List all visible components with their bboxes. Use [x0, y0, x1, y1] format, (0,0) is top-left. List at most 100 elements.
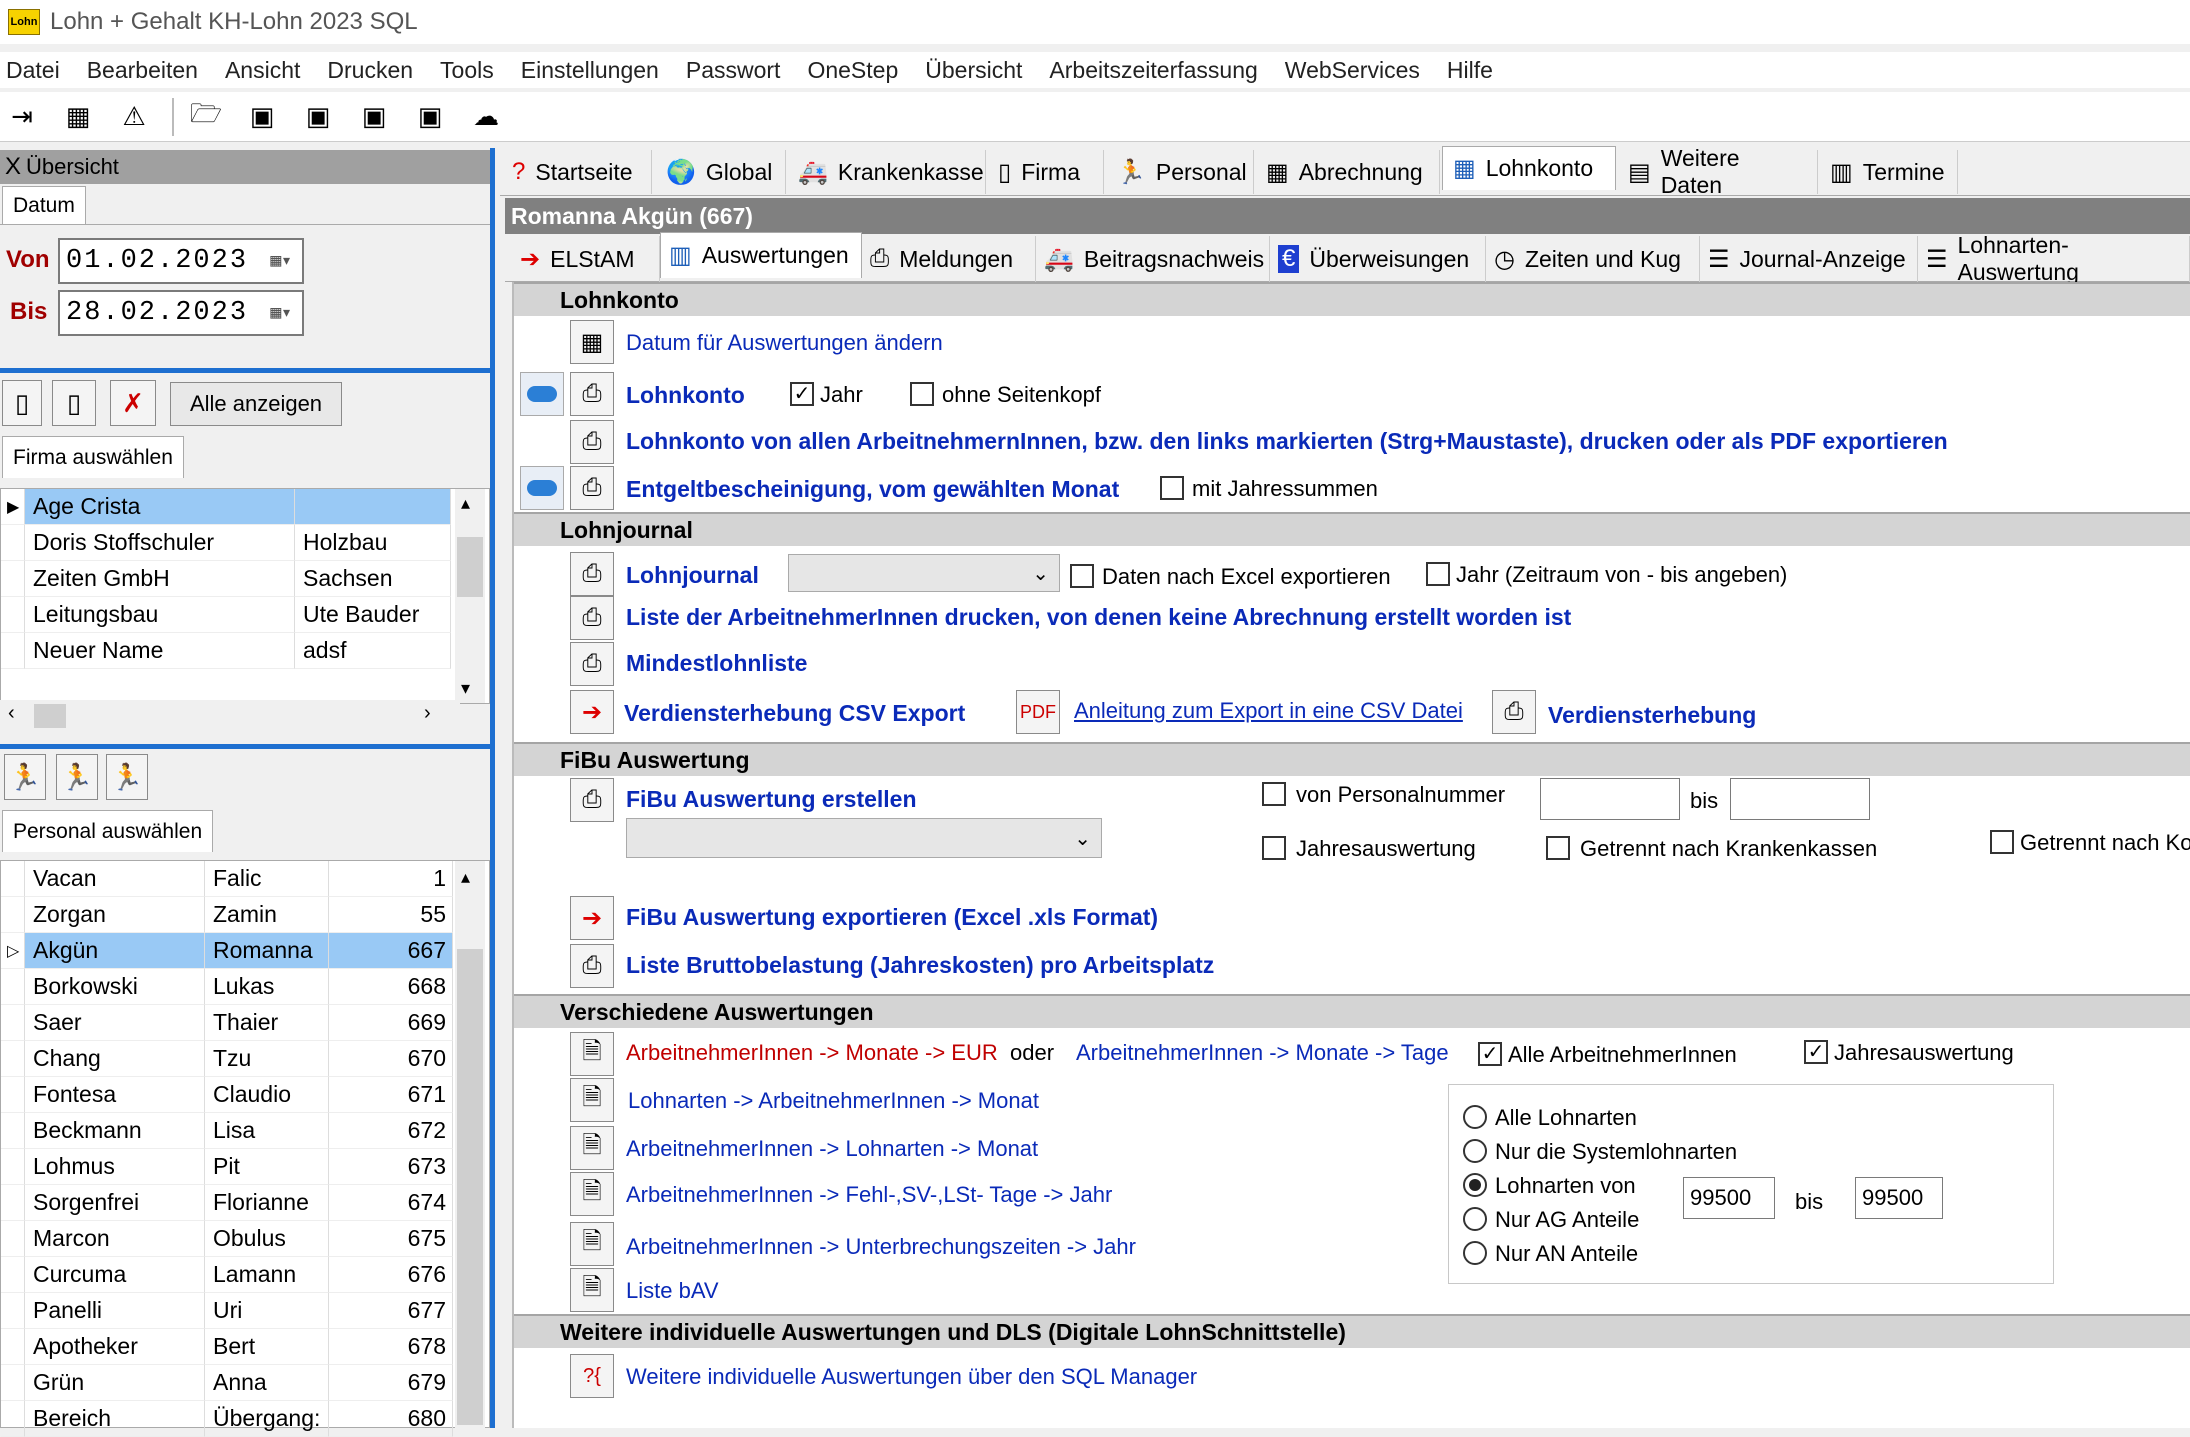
subtab-meldungen[interactable]: ⎙ Meldungen	[862, 236, 1036, 282]
document-icon[interactable]: 🗎	[570, 1268, 614, 1312]
firm-row[interactable]: ▶ Age Crista	[1, 489, 453, 525]
fibu-erstellen-link[interactable]: FiBu Auswertung erstellen	[626, 786, 917, 813]
staff-row[interactable]: Marcon Obulus 675	[1, 1221, 453, 1257]
lohnarten-radio[interactable]	[1463, 1173, 1487, 1197]
menu-onestep[interactable]: OneStep	[807, 57, 898, 84]
scroll-thumb[interactable]	[457, 537, 483, 597]
keine-abrechnung-link[interactable]: Liste der ArbeitnehmerInnen drucken, von…	[626, 604, 1571, 631]
menu-webservices[interactable]: WebServices	[1285, 57, 1420, 84]
jahr-checkbox[interactable]: ✓	[790, 382, 814, 406]
tab-global[interactable]: 🌍 Global	[656, 150, 786, 194]
subtab-elstam[interactable]: ➔ ELStAM	[512, 236, 660, 282]
tab-startseite[interactable]: ? Startseite	[502, 150, 652, 194]
open-folder-icon[interactable]: 🗁	[188, 98, 224, 135]
lohnart-bis-input[interactable]: 99500	[1855, 1177, 1943, 1219]
datum-aendern-link[interactable]: Datum für Auswertungen ändern	[626, 330, 943, 356]
staff-row[interactable]: Borkowski Lukas 668	[1, 969, 453, 1005]
show-all-button[interactable]: Alle anzeigen	[170, 382, 342, 426]
ohne-seitenkopf-checkbox[interactable]	[910, 382, 934, 406]
firm-new-icon[interactable]: ▯	[52, 380, 96, 426]
firm-delete-icon[interactable]: ✗	[110, 380, 156, 426]
printer-icon[interactable]: ⎙	[570, 466, 614, 510]
menu-ansicht[interactable]: Ansicht	[225, 57, 300, 84]
menu-passwort[interactable]: Passwort	[686, 57, 781, 84]
lohnarten-radio[interactable]	[1463, 1207, 1487, 1231]
firm-row[interactable]: Leitungsbau Ute Bauder	[1, 597, 453, 633]
bis-date-field[interactable]: 28.02.2023 ▦▾	[58, 290, 304, 336]
tab-weitere-daten[interactable]: ▤ Weitere Daten	[1618, 145, 1818, 198]
csv-export-link[interactable]: Verdiensterhebung CSV Export	[624, 700, 965, 727]
personalnummer-von-input[interactable]	[1540, 778, 1680, 820]
scroll-left-icon[interactable]: ‹	[8, 702, 15, 725]
lohnarten-radio[interactable]	[1463, 1105, 1487, 1129]
firm-hscrollbar[interactable]: ‹ ›	[0, 700, 460, 732]
fibu-dropdown[interactable]: ⌄	[626, 818, 1102, 858]
entgeltbescheinigung-link[interactable]: Entgeltbescheinigung, vom gewählten Mona…	[626, 476, 1119, 503]
cloud-icon[interactable]	[520, 466, 564, 510]
warning-icon[interactable]: ⚠	[116, 99, 152, 135]
staff-row[interactable]: Curcuma Lamann 676	[1, 1257, 453, 1293]
exit-icon[interactable]: ⇥	[4, 99, 40, 135]
scroll-down-icon[interactable]: ▾	[461, 678, 470, 699]
document-icon[interactable]: 🗎	[570, 1222, 614, 1266]
sql-query-icon[interactable]: ?{	[570, 1354, 614, 1398]
calendar-dropdown-icon[interactable]: ▦▾	[270, 302, 292, 324]
lohnarten-radio[interactable]	[1463, 1241, 1487, 1265]
cloud-icon[interactable]	[520, 372, 564, 416]
firm-row[interactable]: Neuer Name adsf	[1, 633, 453, 669]
person-icon[interactable]: 🏃	[4, 754, 46, 800]
verdiensterhebung-link[interactable]: Verdiensterhebung	[1548, 702, 1756, 729]
mindestlohnliste-link[interactable]: Mindestlohnliste	[626, 650, 807, 677]
menu-bearbeiten[interactable]: Bearbeiten	[87, 57, 198, 84]
staff-row[interactable]: Grün Anna 679	[1, 1365, 453, 1401]
lohnarten-radio[interactable]	[1463, 1139, 1487, 1163]
person-delete-icon[interactable]: 🏃	[106, 754, 148, 800]
person-new-icon[interactable]: 🏃	[56, 754, 98, 800]
tab-personal-auswaehlen[interactable]: Personal auswählen	[2, 810, 214, 852]
printer-icon[interactable]: ⎙	[570, 420, 614, 464]
an-unterbrechung-link[interactable]: ArbeitnehmerInnen -> Unterbrechungszeite…	[626, 1234, 1136, 1260]
subtab-journal-anzeige[interactable]: ☰ Journal-Anzeige	[1700, 236, 1918, 282]
printer-icon[interactable]: ⎙	[1492, 690, 1536, 734]
jahresauswertung-checkbox[interactable]: ✓	[1804, 1040, 1828, 1064]
menu-hilfe[interactable]: Hilfe	[1447, 57, 1493, 84]
staff-row[interactable]: ▷ Akgün Romanna 667	[1, 933, 453, 969]
subtab-lohnarten-auswertung[interactable]: ☰ Lohnarten-Auswertung	[1918, 232, 2190, 285]
staff-row[interactable]: Zorgan Zamin 55	[1, 897, 453, 933]
fibu-export-link[interactable]: FiBu Auswertung exportieren (Excel .xls …	[626, 904, 1158, 931]
staff-row[interactable]: Apotheker Bert 678	[1, 1329, 453, 1365]
personalnummer-bis-input[interactable]	[1730, 778, 1870, 820]
staff-row[interactable]: Beckmann Lisa 672	[1, 1113, 453, 1149]
printer-icon[interactable]: ⎙	[570, 642, 614, 686]
mit-jahressummen-checkbox[interactable]	[1160, 476, 1184, 500]
tab-firma[interactable]: ▯ Firma	[988, 150, 1104, 194]
alle-an-checkbox[interactable]: ✓	[1478, 1042, 1502, 1066]
staff-row[interactable]: Vacan Falic 1	[1, 861, 453, 897]
getrennt-ko-checkbox[interactable]	[1990, 830, 2014, 854]
calculator-icon[interactable]: ▦	[60, 99, 96, 135]
lohnkonto-link[interactable]: Lohnkonto	[626, 382, 745, 409]
lohnjournal-dropdown[interactable]: ⌄	[788, 554, 1060, 592]
menu-drucken[interactable]: Drucken	[327, 57, 413, 84]
staff-row[interactable]: Bereich Übergang: 680	[1, 1401, 453, 1437]
document-icon[interactable]: 🗎	[570, 1126, 614, 1170]
bruttobelastung-link[interactable]: Liste Bruttobelastung (Jahreskosten) pro…	[626, 952, 1214, 979]
tab-krankenkasse[interactable]: 🚑 Krankenkasse	[788, 150, 986, 194]
menu-datei[interactable]: Datei	[6, 57, 60, 84]
window-icon-4[interactable]: ▣	[412, 99, 448, 135]
pdf-icon[interactable]: PDF	[1016, 690, 1060, 734]
printer-icon[interactable]: ⎙	[570, 552, 614, 596]
excel-export-checkbox[interactable]	[1070, 564, 1094, 588]
calendar-icon[interactable]: ▦	[570, 320, 614, 364]
close-icon[interactable]: X	[0, 153, 26, 181]
tab-termine[interactable]: ▥ Termine	[1820, 150, 1958, 194]
document-icon[interactable]: 🗎	[570, 1172, 614, 1216]
sql-manager-link[interactable]: Weitere individuelle Auswertungen über d…	[626, 1364, 1197, 1390]
staff-row[interactable]: Sorgenfrei Florianne 674	[1, 1185, 453, 1221]
an-monate-eur-link[interactable]: ArbeitnehmerInnen -> Monate -> EUR	[626, 1040, 998, 1066]
lohnkonto-alle-link[interactable]: Lohnkonto von allen ArbeitnehmernInnen, …	[626, 428, 1948, 455]
anleitung-csv-link[interactable]: Anleitung zum Export in eine CSV Datei	[1074, 698, 1463, 724]
staff-row[interactable]: Saer Thaier 669	[1, 1005, 453, 1041]
export-arrow-icon[interactable]: ➔	[570, 896, 614, 940]
panel-splitter[interactable]	[490, 148, 495, 1428]
